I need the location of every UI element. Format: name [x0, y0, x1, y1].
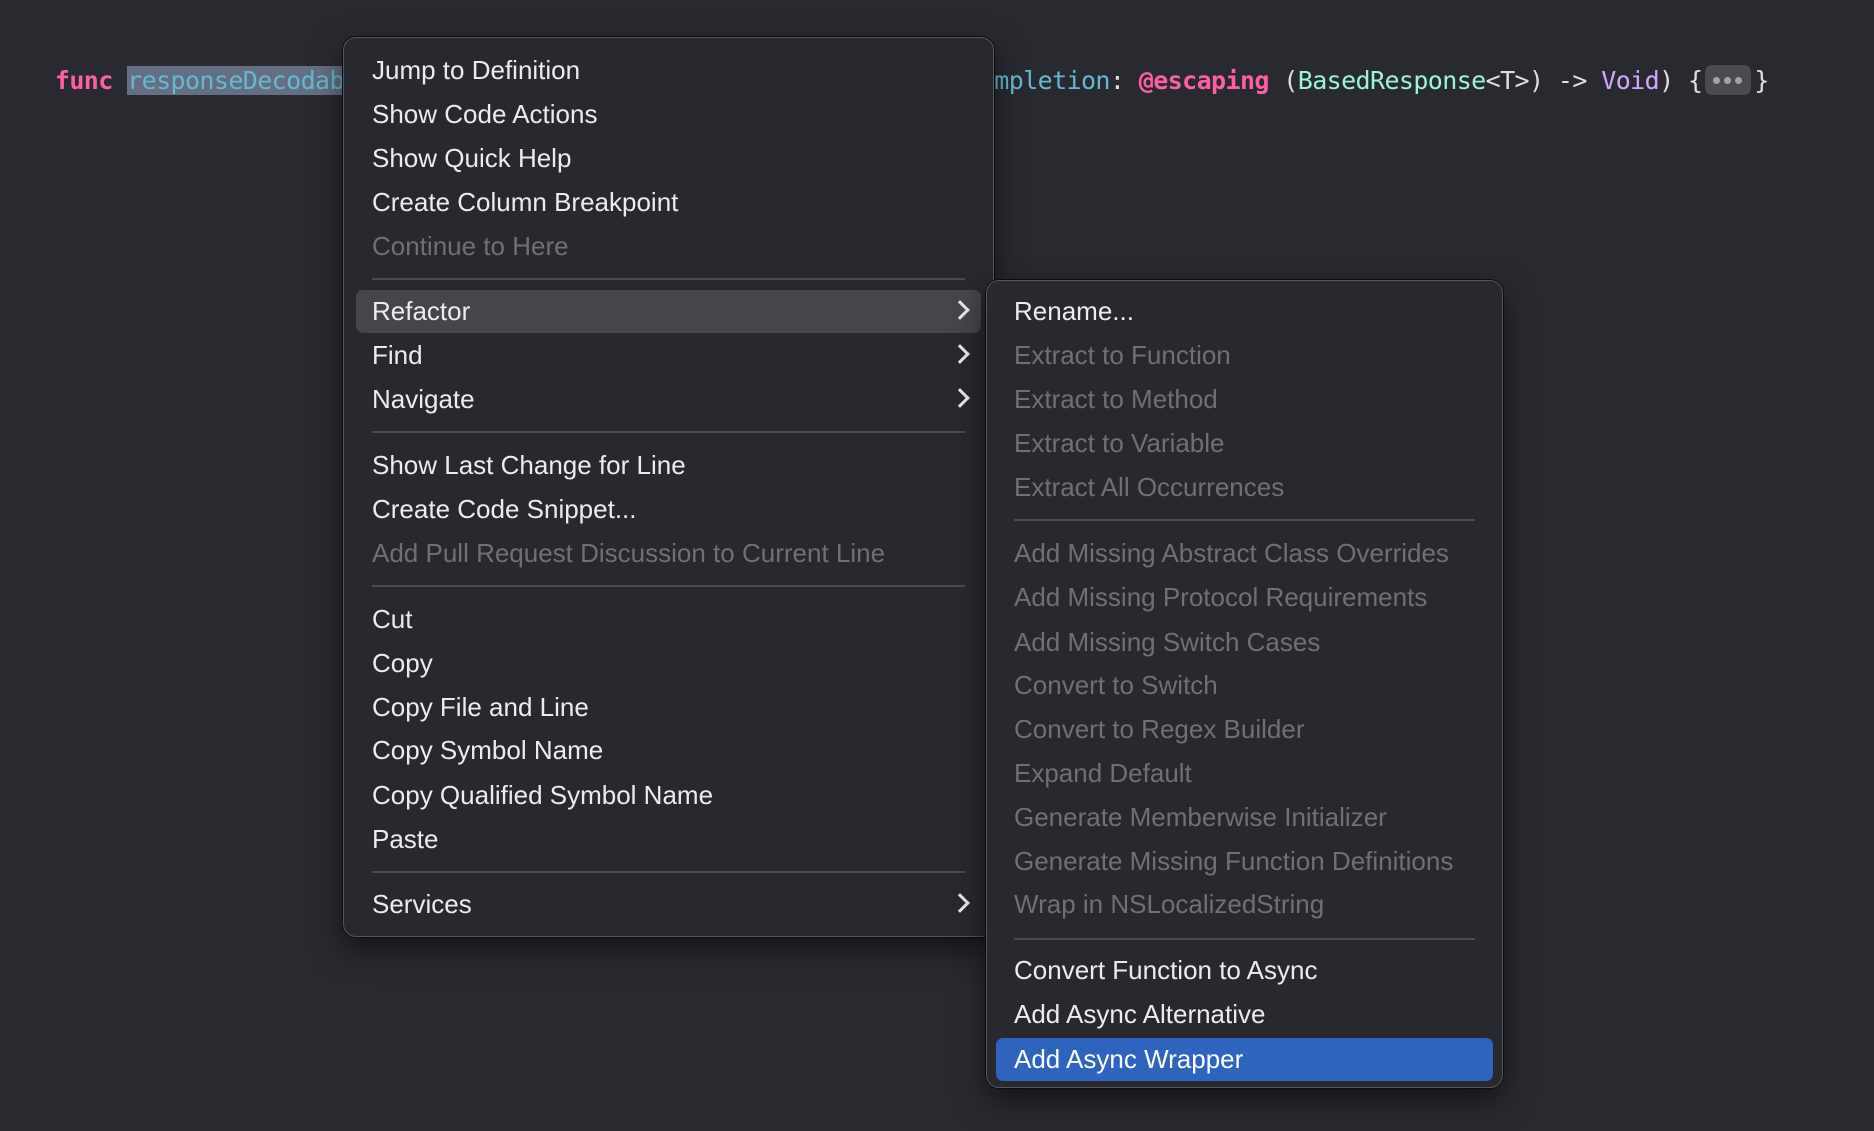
menu-item-label: Find [372, 340, 423, 370]
submenu-item-extract-to-variable: Extract to Variable [996, 422, 1493, 465]
submenu-item-label: Add Async Alternative [1014, 999, 1266, 1029]
submenu-item-label: Convert to Switch [1014, 670, 1218, 700]
code-token-paren: ( [1268, 66, 1298, 95]
submenu-item-label: Extract to Variable [1014, 428, 1225, 458]
submenu-item-add-missing-switch-cases: Add Missing Switch Cases [996, 621, 1493, 664]
submenu-item-add-async-wrapper[interactable]: Add Async Wrapper [996, 1038, 1493, 1081]
menu-item-label: Create Column Breakpoint [372, 187, 679, 217]
submenu-item-add-missing-protocol-requirements: Add Missing Protocol Requirements [996, 576, 1493, 619]
menu-item-label: Copy File and Line [372, 692, 589, 722]
submenu-item-label: Extract to Method [1014, 384, 1218, 414]
menu-separator [372, 871, 965, 873]
menu-item-label: Show Last Change for Line [372, 450, 686, 480]
menu-item-refactor[interactable]: Refactor [356, 290, 981, 333]
submenu-item-label: Convert to Regex Builder [1014, 714, 1305, 744]
submenu-item-extract-to-function: Extract to Function [996, 334, 1493, 377]
menu-item-label: Copy Symbol Name [372, 735, 604, 765]
chevron-right-icon [950, 388, 970, 408]
submenu-item-extract-all-occurrences: Extract All Occurrences [996, 466, 1493, 509]
menu-item-show-quick-help[interactable]: Show Quick Help [356, 137, 981, 180]
code-token-close-brace: } [1754, 66, 1769, 95]
menu-item-label: Paste [372, 824, 439, 854]
menu-item-label: Refactor [372, 296, 471, 326]
submenu-item-label: Rename... [1014, 296, 1134, 326]
code-token-open-brace: ) { [1659, 66, 1703, 95]
menu-item-label: Navigate [372, 384, 475, 414]
submenu-item-add-missing-abstract-overrides: Add Missing Abstract Class Overrides [996, 532, 1493, 575]
submenu-item-label: Add Missing Protocol Requirements [1014, 582, 1428, 612]
menu-item-create-code-snippet[interactable]: Create Code Snippet... [356, 488, 981, 531]
code-token-colon: : [1109, 66, 1139, 95]
submenu-item-label: Add Missing Switch Cases [1014, 627, 1321, 657]
submenu-item-add-async-alternative[interactable]: Add Async Alternative [996, 993, 1493, 1036]
code-token-arrow: <T>) -> [1485, 66, 1602, 95]
submenu-separator [1014, 938, 1475, 940]
menu-item-label: Copy [372, 648, 433, 678]
chevron-right-icon [950, 300, 970, 320]
submenu-item-generate-memberwise-initializer: Generate Memberwise Initializer [996, 796, 1493, 839]
submenu-item-label: Wrap in NSLocalizedString [1014, 889, 1325, 919]
menu-item-label: Continue to Here [372, 231, 569, 261]
submenu-item-rename[interactable]: Rename... [996, 290, 1493, 333]
submenu-item-extract-to-method: Extract to Method [996, 378, 1493, 421]
menu-item-label: Services [372, 889, 472, 919]
context-menu: Jump to Definition Show Code Actions Sho… [343, 37, 994, 937]
menu-item-add-pull-request-discussion: Add Pull Request Discussion to Current L… [356, 532, 981, 575]
menu-item-paste[interactable]: Paste [356, 818, 981, 861]
menu-item-label: Show Quick Help [372, 143, 572, 173]
submenu-item-convert-to-regex-builder: Convert to Regex Builder [996, 708, 1493, 751]
menu-item-label: Create Code Snippet... [372, 494, 637, 524]
menu-item-copy-symbol-name[interactable]: Copy Symbol Name [356, 729, 981, 772]
submenu-item-label: Generate Missing Function Definitions [1014, 846, 1454, 876]
menu-item-services[interactable]: Services [356, 883, 981, 926]
menu-item-copy-qualified-symbol-name[interactable]: Copy Qualified Symbol Name [356, 774, 981, 817]
submenu-item-convert-function-to-async[interactable]: Convert Function to Async [996, 949, 1493, 992]
menu-item-continue-to-here: Continue to Here [356, 225, 981, 268]
ellipsis-folded-code-icon[interactable] [1705, 65, 1752, 95]
submenu-item-label: Add Missing Abstract Class Overrides [1014, 538, 1449, 568]
code-token-attribute: @escaping [1138, 66, 1270, 95]
menu-item-show-last-change[interactable]: Show Last Change for Line [356, 444, 981, 487]
refactor-submenu: Rename... Extract to Function Extract to… [986, 280, 1503, 1088]
menu-separator [372, 431, 965, 433]
submenu-item-label: Extract to Function [1014, 340, 1231, 370]
menu-item-find[interactable]: Find [356, 334, 981, 377]
submenu-item-label: Expand Default [1014, 758, 1192, 788]
menu-item-label: Cut [372, 604, 413, 634]
submenu-separator [1014, 519, 1475, 521]
code-token-selected-function-name[interactable]: responseDecodable [127, 66, 373, 95]
menu-item-jump-to-definition[interactable]: Jump to Definition [356, 49, 981, 92]
submenu-item-label: Extract All Occurrences [1014, 472, 1285, 502]
code-token-keyword: func [54, 66, 113, 95]
submenu-item-expand-default: Expand Default [996, 752, 1493, 795]
submenu-item-label: Add Async Wrapper [1014, 1044, 1244, 1074]
menu-separator [372, 585, 965, 587]
menu-item-label: Add Pull Request Discussion to Current L… [372, 538, 886, 568]
menu-item-copy-file-and-line[interactable]: Copy File and Line [356, 686, 981, 729]
menu-separator [372, 278, 965, 280]
menu-item-label: Copy Qualified Symbol Name [372, 780, 714, 810]
submenu-item-wrap-in-nslocalizedstring: Wrap in NSLocalizedString [996, 883, 1493, 926]
menu-item-cut[interactable]: Cut [356, 598, 981, 641]
chevron-right-icon [950, 344, 970, 364]
menu-item-label: Show Code Actions [372, 99, 598, 129]
menu-item-show-code-actions[interactable]: Show Code Actions [356, 93, 981, 136]
submenu-item-label: Convert Function to Async [1014, 955, 1318, 985]
submenu-item-convert-to-switch: Convert to Switch [996, 664, 1493, 707]
code-token-type: BasedResponse [1297, 66, 1486, 95]
menu-item-copy[interactable]: Copy [356, 642, 981, 685]
submenu-item-generate-missing-function-definitions: Generate Missing Function Definitions [996, 840, 1493, 883]
code-token-void: Void [1601, 66, 1660, 95]
menu-item-label: Jump to Definition [372, 55, 581, 85]
menu-item-create-column-breakpoint[interactable]: Create Column Breakpoint [356, 181, 981, 224]
chevron-right-icon [950, 893, 970, 913]
submenu-item-label: Generate Memberwise Initializer [1014, 802, 1387, 832]
menu-item-navigate[interactable]: Navigate [356, 378, 981, 421]
